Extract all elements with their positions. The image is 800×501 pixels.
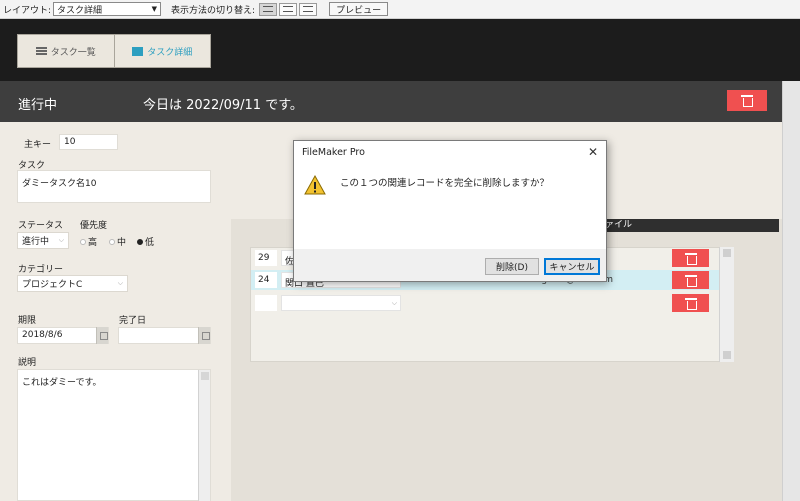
priority-high-label: 高: [88, 238, 98, 248]
radio-selected-icon: [137, 238, 143, 245]
trash-icon: [684, 297, 697, 310]
form-view-icon: [263, 6, 274, 12]
priority-radio-high[interactable]: 高: [80, 235, 97, 248]
window-scrollbar[interactable]: [782, 81, 800, 501]
table-row[interactable]: ⌵: [251, 293, 721, 313]
status-select[interactable]: 進行中 ⌵: [17, 232, 69, 249]
cancel-button[interactable]: キャンセル: [544, 258, 600, 275]
layout-select-value: タスク詳細: [57, 5, 103, 16]
status-label: ステータス: [18, 221, 64, 231]
layout-toolbar: レイアウト: タスク詳細 ▼ 表示方法の切り替え: プレビュー: [0, 0, 800, 19]
confirm-dialog: FileMaker Pro ✕ この１つの関連レコードを完全に削除しますか？ 削…: [293, 140, 607, 282]
list-view-icon: [283, 6, 294, 12]
chevron-down-icon: ▼: [151, 5, 158, 13]
calendar-icon[interactable]: [198, 327, 210, 344]
tab-task-detail[interactable]: タスク詳細: [113, 35, 211, 67]
dialog-title: FileMaker Pro: [302, 146, 365, 158]
category-label: カテゴリー: [18, 265, 64, 275]
portal-scrollbar[interactable]: [719, 247, 734, 362]
status-title: 進行中: [18, 98, 58, 113]
desc-field[interactable]: これはダミーです。: [17, 369, 211, 501]
trash-icon: [684, 252, 697, 265]
category-select-value: プロジェクトC: [22, 280, 83, 290]
dialog-footer: 削除(D) キャンセル: [294, 249, 606, 281]
dialog-message: この１つの関連レコードを完全に削除しますか？: [340, 178, 550, 189]
layout-select[interactable]: タスク詳細 ▼: [53, 2, 162, 16]
radio-icon: [80, 238, 86, 245]
close-icon[interactable]: ✕: [588, 145, 598, 159]
view-switch-label: 表示方法の切り替え:: [171, 5, 256, 16]
priority-label: 優先度: [80, 221, 108, 231]
view-form-button[interactable]: [259, 2, 278, 16]
key-label: 主キー: [24, 140, 52, 150]
view-list-button[interactable]: [279, 2, 298, 16]
delete-record-button[interactable]: [727, 90, 767, 111]
row-id[interactable]: [255, 295, 277, 311]
delete-row-button[interactable]: [672, 249, 709, 267]
tab-task-list-label: タスク一覧: [50, 47, 96, 58]
form-icon: [132, 46, 144, 56]
status-bar: 進行中 今日は 2022/09/11 です。: [0, 81, 782, 122]
desc-scrollbar[interactable]: [198, 370, 210, 501]
preview-button[interactable]: プレビュー: [329, 2, 389, 16]
row-id[interactable]: 29: [255, 250, 277, 266]
due-label: 期限: [18, 316, 37, 326]
nav-tabs: タスク一覧 タスク詳細: [17, 34, 211, 68]
tab-task-list[interactable]: タスク一覧: [18, 35, 114, 67]
scroll-up-icon: [201, 372, 209, 380]
row-id[interactable]: 24: [255, 272, 277, 288]
trash-icon: [684, 274, 697, 287]
dialog-titlebar: FileMaker Pro ✕: [294, 141, 606, 163]
key-field[interactable]: 10: [59, 134, 118, 150]
priority-mid-label: 中: [117, 238, 127, 248]
chevron-down-icon: ⌵: [58, 236, 64, 244]
delete-row-button[interactable]: [672, 294, 709, 312]
priority-low-label: 低: [145, 238, 155, 248]
chevron-down-icon: ⌵: [117, 279, 123, 287]
calendar-icon[interactable]: [96, 327, 108, 344]
category-select[interactable]: プロジェクトC ⌵: [17, 275, 128, 292]
priority-radio-low[interactable]: 低: [137, 235, 154, 248]
view-table-button[interactable]: [299, 2, 318, 16]
row-name[interactable]: ⌵: [281, 295, 401, 311]
app-header: タスク一覧 タスク詳細: [0, 19, 800, 81]
chevron-down-icon: ⌵: [391, 299, 397, 307]
priority-radio-mid[interactable]: 中: [109, 235, 126, 248]
desc-label: 説明: [18, 358, 37, 368]
dialog-body: この１つの関連レコードを完全に削除しますか？: [294, 163, 606, 249]
layout-label: レイアウト:: [3, 5, 52, 16]
radio-icon: [109, 238, 115, 245]
delete-row-button[interactable]: [672, 271, 709, 289]
tab-task-detail-label: タスク詳細: [147, 47, 193, 58]
table-view-icon: [303, 6, 314, 12]
list-icon: [35, 47, 47, 55]
today-text: 今日は 2022/09/11 です。: [143, 98, 303, 113]
status-select-value: 進行中: [22, 237, 50, 247]
task-field[interactable]: ダミータスク名10: [17, 170, 211, 203]
scroll-down-icon: [723, 351, 731, 359]
scroll-up-icon: [723, 249, 731, 257]
delete-confirm-button[interactable]: 削除(D): [485, 258, 539, 275]
done-label: 完了日: [119, 316, 147, 326]
trash-icon: [741, 95, 753, 107]
warning-icon: [304, 175, 326, 195]
